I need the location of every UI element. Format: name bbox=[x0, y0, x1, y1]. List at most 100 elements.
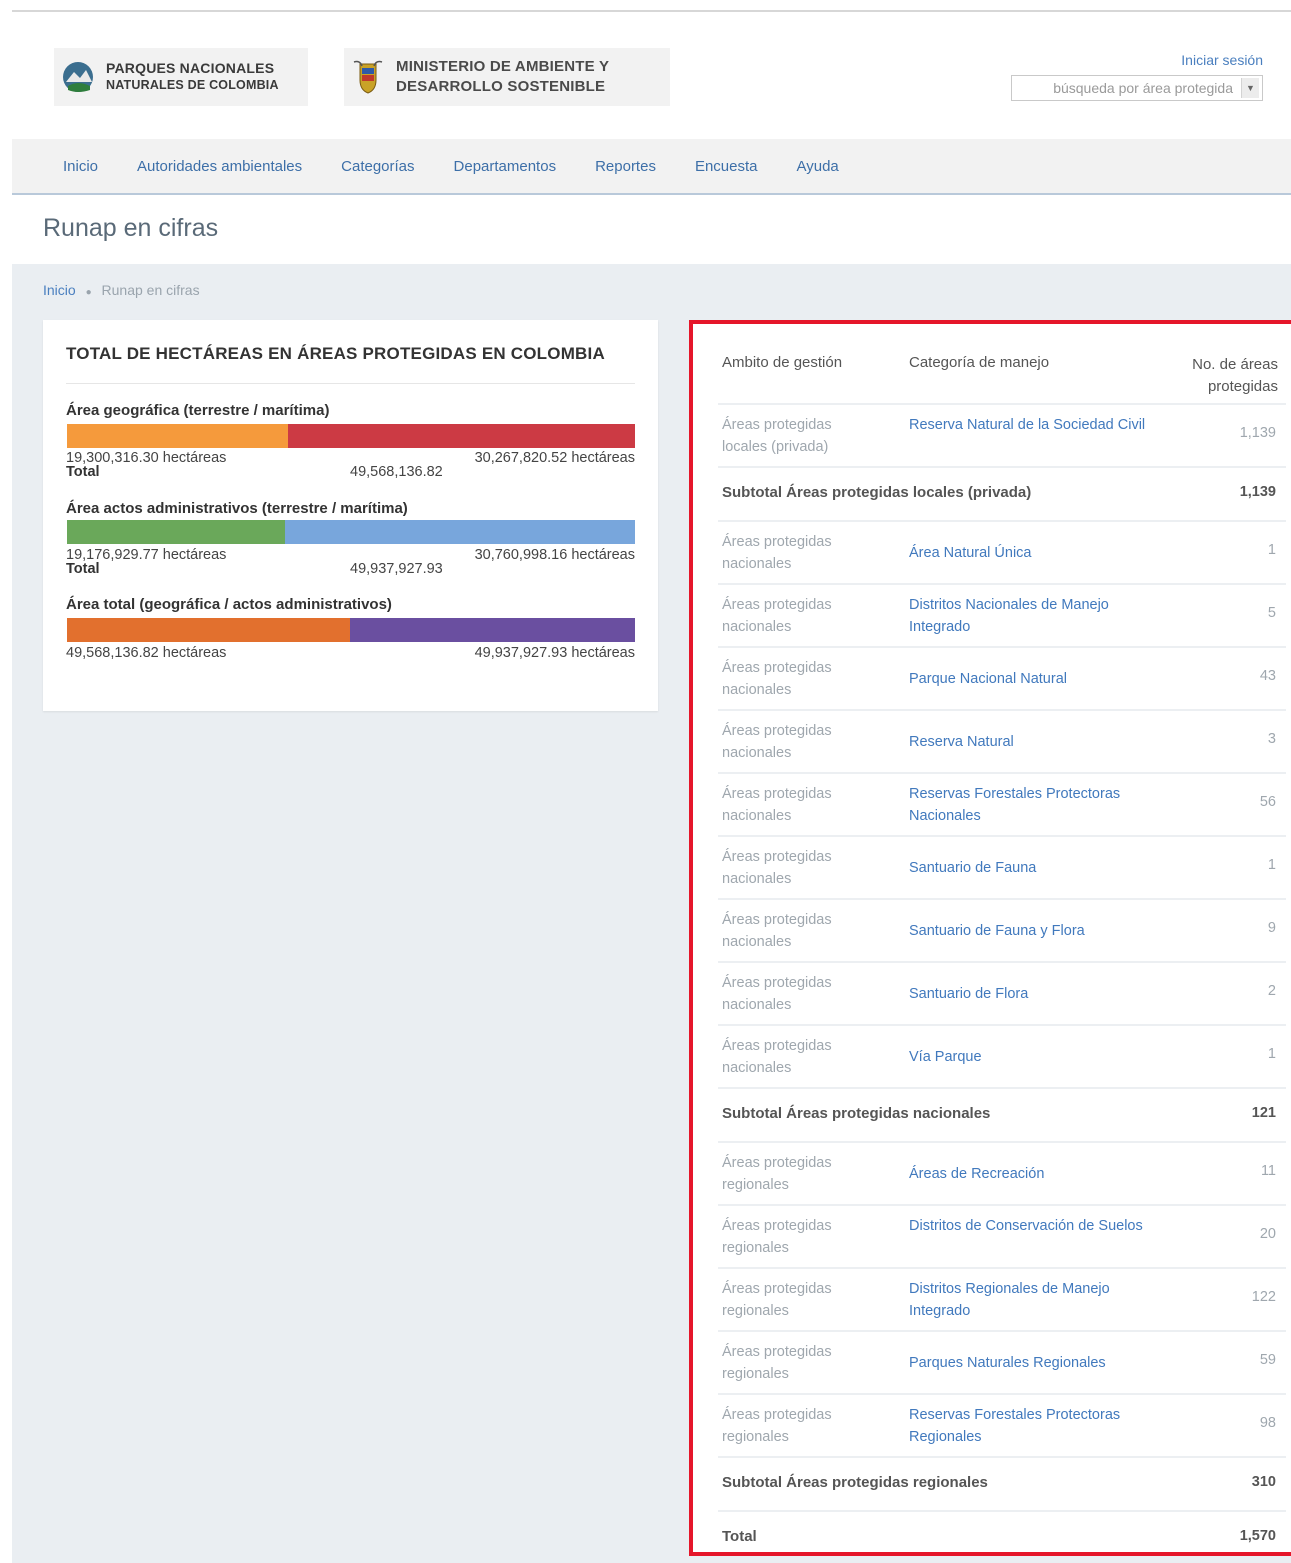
subtotal-count: 310 bbox=[1251, 1474, 1276, 1490]
table-header: Ambito de gestión Categoría de manejo No… bbox=[718, 342, 1278, 402]
categoria-link[interactable]: Reserva Natural bbox=[909, 731, 1149, 753]
summary-divider bbox=[66, 383, 635, 384]
table-row: Áreas protegidas regionales Reservas Fore… bbox=[718, 1393, 1286, 1456]
table-row: Áreas protegidas regionales Áreas de Recr… bbox=[718, 1141, 1286, 1204]
page-title: Runap en cifras bbox=[43, 214, 219, 242]
area-count-cell: 98 bbox=[1259, 1415, 1276, 1431]
search-select-placeholder: búsqueda por área protegida bbox=[1053, 80, 1233, 96]
ambito-cell: Áreas protegidas nacionales bbox=[722, 912, 832, 950]
categoria-link[interactable]: Distritos Regionales de Manejo Integrado bbox=[909, 1278, 1149, 1322]
breadcrumb-home-link[interactable]: Inicio bbox=[43, 282, 76, 298]
geografica-bar-maritima bbox=[287, 424, 635, 448]
table-row: Áreas protegidas locales (privada) Reserv… bbox=[718, 403, 1286, 466]
header-categoria: Categoría de manejo bbox=[909, 354, 1050, 371]
ambito-cell: Áreas protegidas nacionales bbox=[722, 1038, 832, 1076]
nav-item-reportes[interactable]: Reportes bbox=[595, 158, 656, 175]
administrativos-right-value: 30,760,998.16 hectáreas bbox=[474, 547, 635, 563]
protected-area-search-select[interactable]: búsqueda por área protegida ▼ bbox=[1011, 75, 1263, 101]
ambito-cell: Áreas protegidas regionales bbox=[722, 1344, 832, 1382]
nav-item-autoridades[interactable]: Autoridades ambientales bbox=[137, 158, 302, 175]
geografica-right-value: 30,267,820.52 hectáreas bbox=[474, 450, 635, 466]
ambito-cell: Áreas protegidas regionales bbox=[722, 1407, 832, 1445]
geografica-bar-terrestre bbox=[67, 424, 288, 448]
area-count-cell: 56 bbox=[1259, 794, 1276, 810]
ambito-cell: Áreas protegidas nacionales bbox=[722, 597, 832, 635]
ministerio-logo-text: MINISTERIO DE AMBIENTE Y DESARROLLO SOST… bbox=[396, 57, 609, 97]
categoria-link[interactable]: Santuario de Fauna bbox=[909, 857, 1149, 879]
area-count-cell: 1,139 bbox=[1239, 425, 1276, 441]
subtotal-label: Total bbox=[722, 1528, 757, 1545]
administrativos-title: Área actos administrativos (terrestre / … bbox=[66, 500, 408, 517]
subtotal-count: 1,570 bbox=[1239, 1528, 1276, 1544]
nav-item-inicio[interactable]: Inicio bbox=[63, 158, 98, 175]
table-row: Áreas protegidas nacionales Distritos Nac… bbox=[718, 583, 1286, 646]
nav-item-ayuda[interactable]: Ayuda bbox=[797, 158, 839, 175]
header-ambito: Ambito de gestión bbox=[722, 354, 843, 371]
ambito-cell: Áreas protegidas nacionales bbox=[722, 786, 832, 824]
area-count-cell: 2 bbox=[1267, 983, 1276, 999]
ambito-cell: Áreas protegidas nacionales bbox=[722, 534, 832, 572]
categoria-link[interactable]: Santuario de Flora bbox=[909, 983, 1149, 1005]
subtotal-row: Subtotal Áreas protegidas locales (priva… bbox=[718, 466, 1286, 520]
categoria-link[interactable]: Área Natural Única bbox=[909, 542, 1149, 564]
breadcrumb: Inicio ● Runap en cifras bbox=[43, 282, 200, 298]
total-area-title: Área total (geográfica / actos administr… bbox=[66, 596, 392, 613]
table-row: Áreas protegidas nacionales Reserva Natur… bbox=[718, 709, 1286, 772]
ambito-cell: Áreas protegidas regionales bbox=[722, 1218, 832, 1256]
coat-of-arms-icon bbox=[353, 60, 383, 94]
total-area-bar-geografica bbox=[67, 618, 350, 642]
area-count-cell: 1 bbox=[1267, 1046, 1276, 1062]
subtotal-label: Subtotal Áreas protegidas regionales bbox=[722, 1474, 988, 1491]
site-header: PARQUES NACIONALES NATURALES DE COLOMBIA… bbox=[12, 12, 1291, 138]
nav-item-encuesta[interactable]: Encuesta bbox=[695, 158, 758, 175]
table-row: Áreas protegidas regionales Distritos de … bbox=[718, 1204, 1286, 1267]
area-count-cell: 9 bbox=[1267, 920, 1276, 936]
categoria-link[interactable]: Distritos de Conservación de Suelos bbox=[909, 1215, 1149, 1237]
categoria-link[interactable]: Santuario de Fauna y Flora bbox=[909, 920, 1149, 942]
administrativos-total-value: 49,937,927.93 bbox=[350, 561, 443, 577]
protected-areas-table: Ambito de gestión Categoría de manejo No… bbox=[689, 320, 1291, 1556]
geografica-title: Área geográfica (terrestre / marítima) bbox=[66, 402, 330, 419]
nav-item-categorias[interactable]: Categorías bbox=[341, 158, 414, 175]
ministerio-logo-line2: DESARROLLO SOSTENIBLE bbox=[396, 78, 606, 95]
categoria-link[interactable]: Reservas Forestales Protectoras Regional… bbox=[909, 1404, 1149, 1448]
area-count-cell: 59 bbox=[1259, 1352, 1276, 1368]
categoria-link[interactable]: Reserva Natural de la Sociedad Civil bbox=[909, 414, 1149, 436]
subtotal-label: Subtotal Áreas protegidas nacionales bbox=[722, 1105, 991, 1122]
ambito-cell: Áreas protegidas locales (privada) bbox=[722, 417, 832, 455]
administrativos-bar bbox=[67, 520, 635, 544]
table-row: Áreas protegidas nacionales Área Natural … bbox=[718, 520, 1286, 583]
categoria-link[interactable]: Reservas Forestales Protectoras Nacional… bbox=[909, 783, 1149, 827]
parques-emblem-icon bbox=[63, 62, 93, 92]
table-row: Áreas protegidas nacionales Parque Nacion… bbox=[718, 646, 1286, 709]
area-count-cell: 11 bbox=[1260, 1163, 1276, 1179]
geografica-total-value: 49,568,136.82 bbox=[350, 464, 443, 480]
categoria-link[interactable]: Vía Parque bbox=[909, 1046, 1149, 1068]
total-area-bar bbox=[67, 618, 635, 642]
table-row: Áreas protegidas nacionales Vía Parque 1 bbox=[718, 1024, 1286, 1087]
area-count-cell: 122 bbox=[1251, 1289, 1276, 1305]
main-nav: Inicio Autoridades ambientales Categoría… bbox=[12, 139, 1291, 195]
area-count-cell: 5 bbox=[1267, 605, 1276, 621]
ministerio-logo[interactable]: MINISTERIO DE AMBIENTE Y DESARROLLO SOST… bbox=[344, 48, 670, 106]
parques-logo-line1: PARQUES NACIONALES bbox=[106, 60, 275, 76]
parques-nacionales-logo[interactable]: PARQUES NACIONALES NATURALES DE COLOMBIA bbox=[54, 48, 308, 106]
administrativos-bar-maritima bbox=[285, 520, 635, 544]
login-link[interactable]: Iniciar sesión bbox=[1181, 52, 1263, 68]
ambito-cell: Áreas protegidas nacionales bbox=[722, 723, 832, 761]
parques-logo-line2: NATURALES DE COLOMBIA bbox=[106, 78, 279, 92]
categoria-link[interactable]: Áreas de Recreación bbox=[909, 1163, 1149, 1185]
geografica-bar bbox=[67, 424, 635, 448]
categoria-link[interactable]: Parques Naturales Regionales bbox=[909, 1352, 1149, 1374]
area-count-cell: 20 bbox=[1259, 1226, 1276, 1242]
nav-item-departamentos[interactable]: Departamentos bbox=[454, 158, 557, 175]
area-count-cell: 3 bbox=[1267, 731, 1276, 747]
table-row: Áreas protegidas nacionales Santuario de … bbox=[718, 961, 1286, 1024]
total-area-bar-administrativos bbox=[349, 618, 635, 642]
subtotal-row: Subtotal Áreas protegidas regionales 310 bbox=[718, 1456, 1286, 1510]
categoria-link[interactable]: Parque Nacional Natural bbox=[909, 668, 1149, 690]
table-row: Áreas protegidas nacionales Santuario de … bbox=[718, 898, 1286, 961]
dropdown-arrow-icon[interactable]: ▼ bbox=[1241, 78, 1259, 98]
categoria-link[interactable]: Distritos Nacionales de Manejo Integrado bbox=[909, 594, 1149, 638]
header-numero: No. de áreas protegidas bbox=[1192, 356, 1278, 395]
